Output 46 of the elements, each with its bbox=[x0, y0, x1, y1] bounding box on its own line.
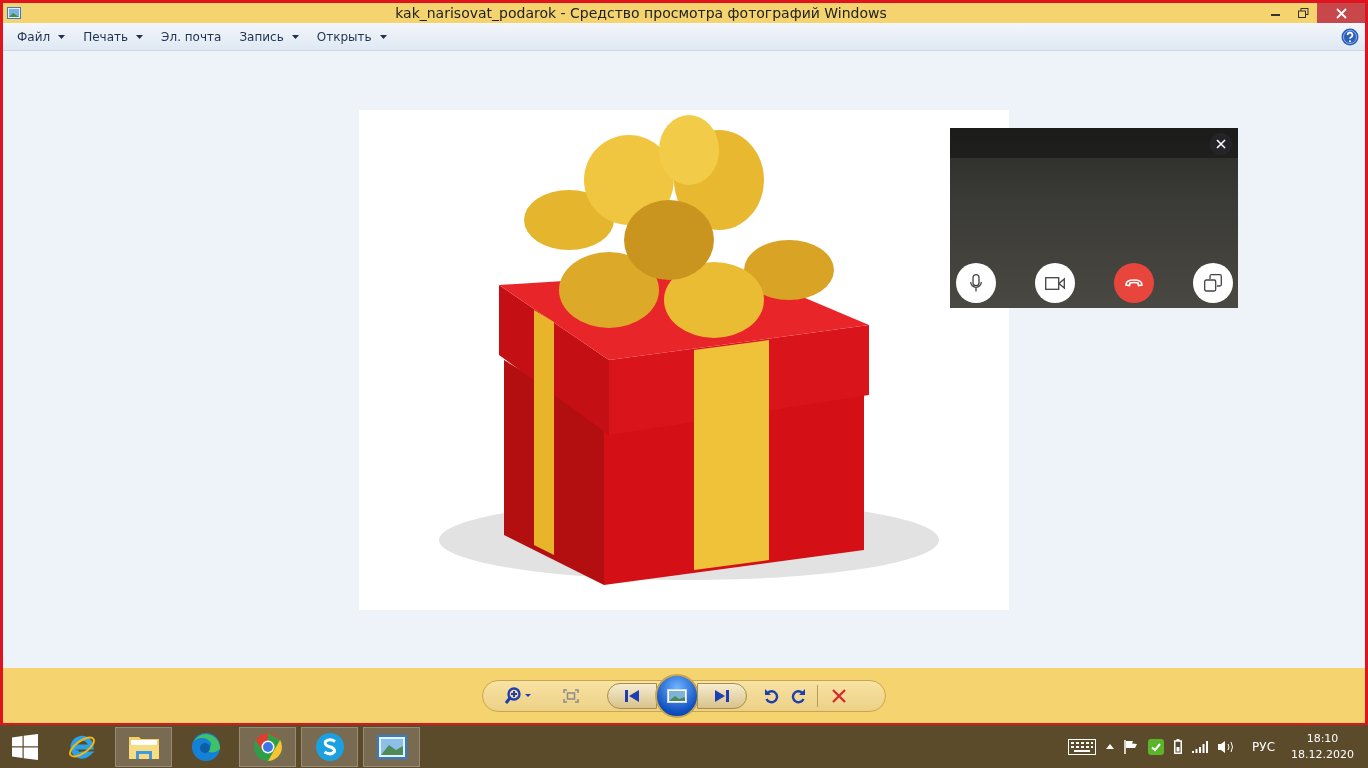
time-text: 18:10 bbox=[1306, 730, 1339, 747]
next-icon bbox=[715, 689, 729, 702]
menu-item[interactable]: Файл bbox=[11, 25, 72, 48]
skype-icon bbox=[314, 731, 345, 762]
clock[interactable]: 18:10 18.12.2020 bbox=[1291, 730, 1354, 763]
taskbar-button[interactable] bbox=[115, 726, 172, 767]
taskbar-button[interactable] bbox=[363, 726, 420, 767]
next-button[interactable] bbox=[697, 682, 747, 709]
menu-item[interactable]: Запись bbox=[233, 25, 305, 48]
close-icon bbox=[1335, 7, 1347, 19]
menu-item[interactable]: Печать bbox=[77, 25, 150, 48]
magnifier-icon bbox=[505, 686, 533, 705]
date-text: 18.12.2020 bbox=[1291, 746, 1354, 763]
fit-icon bbox=[563, 688, 579, 703]
taskbar-button[interactable] bbox=[301, 726, 358, 767]
menu-item[interactable]: Открыть bbox=[310, 25, 393, 48]
overlapping-squares-icon bbox=[1204, 274, 1222, 292]
slideshow-button[interactable] bbox=[655, 673, 699, 718]
signal-icon[interactable] bbox=[1192, 740, 1209, 753]
windows-logo-icon bbox=[12, 733, 38, 760]
keyboard-icon[interactable] bbox=[1068, 738, 1097, 755]
video-camera-icon bbox=[1045, 276, 1065, 290]
battery-icon[interactable] bbox=[1174, 739, 1183, 754]
help-icon[interactable] bbox=[1341, 27, 1359, 46]
show-hidden-icons-icon[interactable] bbox=[1106, 744, 1115, 749]
maximize-icon bbox=[1297, 8, 1309, 18]
flag-icon[interactable] bbox=[1124, 739, 1139, 754]
language-indicator[interactable]: РУС bbox=[1252, 737, 1275, 756]
close-icon bbox=[1216, 139, 1226, 149]
photo-viewer-icon bbox=[7, 7, 21, 19]
previous-icon bbox=[625, 689, 639, 702]
phone-icon bbox=[1125, 279, 1143, 287]
chrome-browser-icon bbox=[252, 731, 283, 762]
microphone-icon bbox=[970, 274, 982, 292]
picture-icon bbox=[667, 688, 687, 703]
rotate-right-icon bbox=[791, 687, 807, 704]
menu-item[interactable]: Эл. почта bbox=[155, 25, 228, 48]
delete-icon bbox=[832, 688, 846, 703]
close-button[interactable] bbox=[1210, 133, 1232, 155]
previous-button[interactable] bbox=[607, 682, 657, 709]
checkmark-icon[interactable] bbox=[1148, 738, 1165, 755]
window-title: kak_narisovat_podarok - Средство просмотра фотографий Windows bbox=[394, 3, 888, 23]
photo-viewer-icon bbox=[375, 733, 408, 760]
rotate-left-icon bbox=[763, 687, 779, 704]
taskbar-button[interactable] bbox=[239, 726, 296, 767]
edge-browser-icon bbox=[190, 731, 221, 762]
